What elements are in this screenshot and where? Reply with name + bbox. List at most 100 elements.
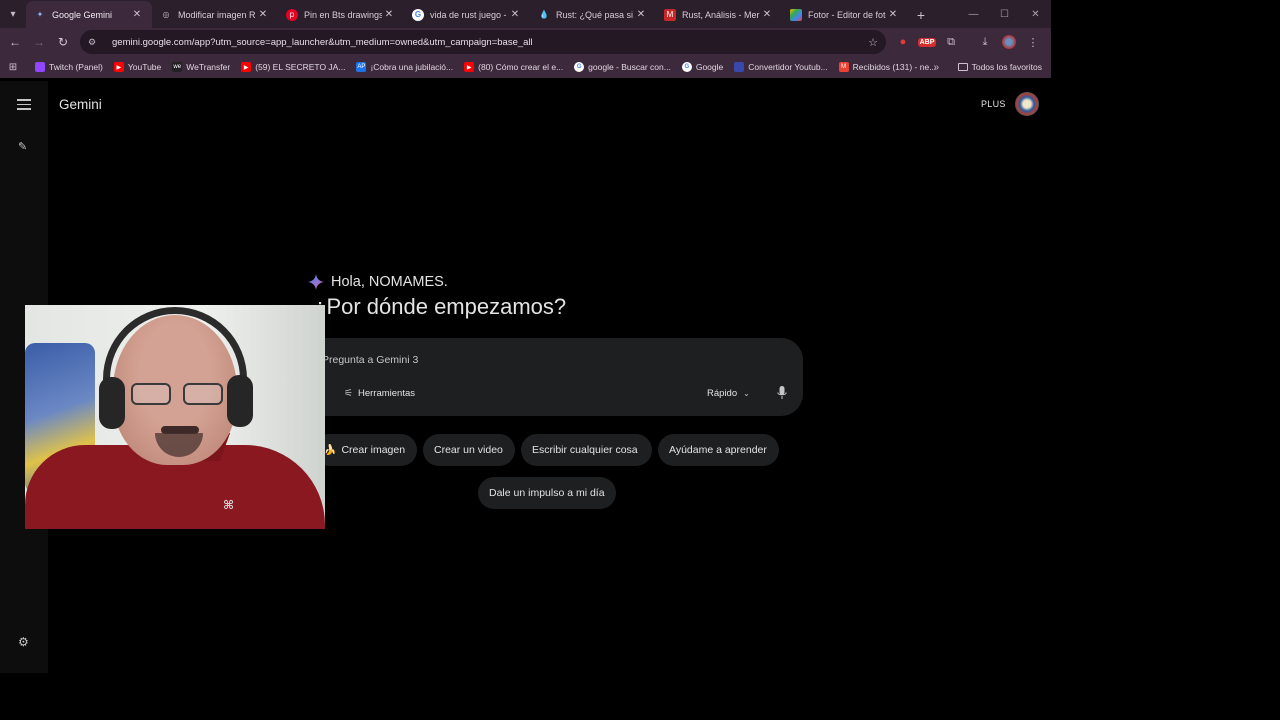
- kebab-icon[interactable]: ⋮: [1021, 30, 1045, 54]
- site-info-icon[interactable]: ⚙: [88, 37, 102, 48]
- extensions-icon[interactable]: ⧉: [939, 30, 963, 54]
- bookmark-label: Recibidos (131) - ne...: [852, 62, 937, 72]
- youtube-icon: ▶: [113, 62, 124, 72]
- adblock-icon[interactable]: ABP: [915, 30, 939, 54]
- chip-label: Escribir cualquier cosa: [532, 444, 638, 456]
- greeting-text: Hola, NOMAMES.: [331, 274, 448, 290]
- tab-fotor[interactable]: Fotor - Editor de foto ✕: [782, 1, 908, 28]
- gemini-brand[interactable]: Gemini: [59, 97, 102, 112]
- tab-search-icon[interactable]: ▾: [0, 0, 26, 28]
- all-bookmarks-button[interactable]: Todos los favoritos: [957, 56, 1042, 78]
- bookmark-wetransfer[interactable]: we WeTransfer: [172, 62, 230, 72]
- youtube-icon: ▶: [241, 62, 252, 72]
- back-icon[interactable]: ←: [3, 30, 27, 54]
- plan-badge[interactable]: PLUS: [981, 99, 1006, 109]
- tab-title: Rust: ¿Qué pasa si mu: [556, 9, 634, 20]
- new-tab-button[interactable]: +: [908, 1, 934, 28]
- window-close-icon[interactable]: ✕: [1020, 0, 1051, 28]
- reload-icon[interactable]: ↻: [51, 30, 75, 54]
- mic-icon[interactable]: [777, 386, 787, 400]
- forward-icon[interactable]: →: [27, 30, 51, 54]
- bookmark-jubilacion[interactable]: AP ¡Cobra una jubilació...: [356, 62, 453, 72]
- wetransfer-icon: we: [172, 62, 183, 72]
- chevron-down-icon: ⌄: [743, 389, 750, 398]
- all-bookmarks-label: Todos los favoritos: [971, 62, 1042, 72]
- browser-toolbar: ← → ↻ ⚙ gemini.google.com/app?utm_source…: [0, 28, 1051, 56]
- more-bookmarks-icon[interactable]: »: [933, 56, 939, 78]
- star-icon[interactable]: ☆: [868, 36, 878, 49]
- new-chat-icon[interactable]: ✎: [18, 140, 30, 153]
- google-icon: G: [574, 62, 585, 72]
- close-icon[interactable]: ✕: [886, 9, 900, 20]
- avatar[interactable]: [1015, 92, 1039, 116]
- bookmark-twitch[interactable]: Twitch (Panel): [35, 62, 103, 72]
- chip-escribir[interactable]: Escribir cualquier cosa: [521, 434, 652, 466]
- bookmark-convertidor[interactable]: Convertidor Youtub...: [734, 62, 828, 72]
- tools-button[interactable]: ⚟ Herramientas: [344, 388, 415, 399]
- tab-meristation[interactable]: M Rust, Análisis - Meristation ✕: [656, 1, 782, 28]
- bookmark-google[interactable]: G Google: [681, 62, 723, 72]
- url-text[interactable]: gemini.google.com/app?utm_source=app_lau…: [112, 37, 868, 48]
- bookmark-label: (80) Cómo crear el e...: [478, 62, 564, 72]
- mode-selector[interactable]: Rápido ⌄: [707, 388, 750, 399]
- google-favicon-icon: G: [412, 8, 424, 21]
- chip-crear-video[interactable]: Crear un video: [423, 434, 515, 466]
- bookmark-label: WeTransfer: [186, 62, 231, 72]
- tab-title: Pin en Bts drawings: [304, 9, 382, 20]
- tab-pinterest[interactable]: p Pin en Bts drawings ✕: [278, 1, 404, 28]
- close-icon[interactable]: ✕: [130, 9, 144, 20]
- chip-impulso[interactable]: Dale un impulso a mi día: [478, 477, 616, 509]
- bookmark-youtube[interactable]: ▶ YouTube: [113, 62, 162, 72]
- close-icon[interactable]: ✕: [382, 9, 396, 20]
- menu-icon[interactable]: [17, 99, 31, 113]
- address-bar[interactable]: ⚙ gemini.google.com/app?utm_source=app_l…: [80, 30, 886, 54]
- bookmark-label: (59) EL SECRETO JA...: [255, 62, 346, 72]
- tab-rust-question[interactable]: 💧 Rust: ¿Qué pasa si mu ✕: [530, 1, 656, 28]
- chip-label: Crear imagen: [341, 444, 406, 456]
- bookmark-youtube-como-crear[interactable]: ▶ (80) Cómo crear el e...: [464, 62, 563, 72]
- globe-favicon-icon: ◎: [162, 10, 170, 19]
- ap-icon: AP: [356, 62, 367, 72]
- gmail-icon: M: [838, 62, 849, 72]
- chip-label: Ayúdame a aprender: [669, 444, 767, 456]
- toolbar-extensions: ● ABP ⧉ ⤓ ⋮: [891, 30, 1045, 54]
- headphone-cup: [227, 375, 253, 427]
- download-icon[interactable]: ⤓: [973, 30, 997, 54]
- close-icon[interactable]: ✕: [508, 9, 522, 20]
- minimize-icon[interactable]: —: [958, 0, 989, 28]
- apps-grid-icon[interactable]: ⊞: [0, 62, 26, 73]
- drop-favicon-icon: 💧: [539, 10, 549, 19]
- profile-icon[interactable]: [1002, 35, 1016, 49]
- tab-modificar-imagen[interactable]: ◎ Modificar imagen Rus ✕: [152, 1, 278, 28]
- prompt-input[interactable]: Pregunta a Gemini 3: [322, 354, 418, 366]
- shirt-logo-icon: ⌘: [223, 498, 235, 512]
- close-icon[interactable]: ✕: [256, 9, 270, 20]
- banana-icon: 🍌: [324, 444, 337, 456]
- bookmark-label: YouTube: [127, 62, 162, 72]
- meristation-favicon-icon: M: [664, 8, 676, 21]
- tab-title: Google Gemini: [52, 9, 113, 20]
- chip-aprender[interactable]: Ayúdame a aprender: [658, 434, 779, 466]
- chip-label: Crear un video: [434, 444, 503, 456]
- close-icon[interactable]: ✕: [634, 9, 648, 20]
- fotor-favicon-icon: [790, 8, 802, 21]
- prompt-box[interactable]: Pregunta a Gemini 3 ⚟ Herramientas Rápid…: [302, 338, 803, 416]
- extension-red-icon[interactable]: ●: [891, 30, 915, 54]
- headphone-cup: [99, 377, 125, 429]
- maximize-icon[interactable]: ☐: [989, 0, 1020, 28]
- tab-google-gemini[interactable]: ✦ Google Gemini ✕: [26, 1, 152, 28]
- window-controls: — ☐ ✕: [958, 0, 1051, 28]
- bookmark-gmail[interactable]: M Recibidos (131) - ne...: [838, 62, 937, 72]
- bookmark-youtube-secreto[interactable]: ▶ (59) EL SECRETO JA...: [241, 62, 345, 72]
- settings-icon[interactable]: ⚙: [18, 635, 29, 649]
- google-icon: G: [681, 62, 692, 72]
- tab-google-search[interactable]: G vida de rust juego - B ✕: [404, 1, 530, 28]
- twitch-icon: [35, 62, 45, 72]
- tools-label: Herramientas: [357, 388, 415, 399]
- close-icon[interactable]: ✕: [760, 9, 774, 20]
- bookmark-google-search[interactable]: Ggoogle - Buscar con...: [574, 62, 671, 72]
- youtube-icon: ▶: [464, 62, 475, 72]
- chip-crear-imagen[interactable]: 🍌 Crear imagen: [313, 434, 417, 466]
- bookmark-label: Convertidor Youtub...: [748, 62, 828, 72]
- tab-title: vida de rust juego - B: [430, 9, 508, 20]
